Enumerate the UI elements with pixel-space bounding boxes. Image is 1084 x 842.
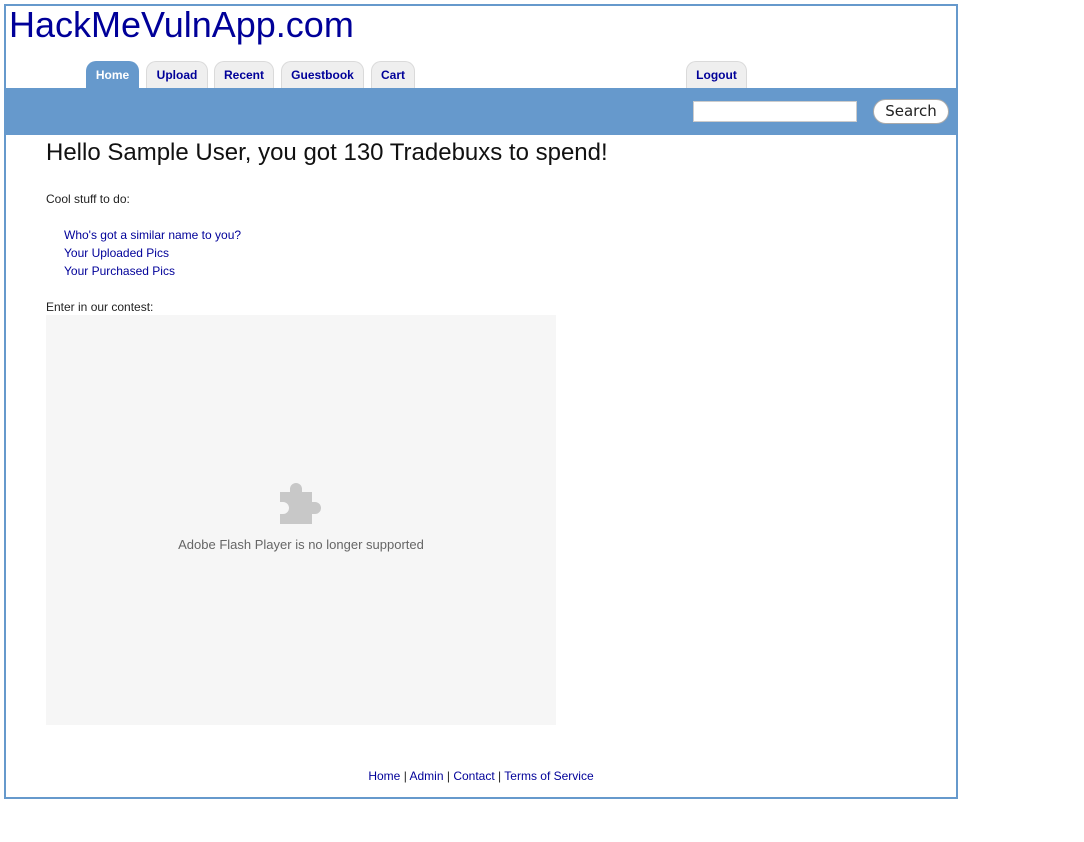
cool-stuff-label: Cool stuff to do: [46,192,130,206]
tab-upload[interactable]: Upload [146,61,208,88]
puzzle-piece-icon [280,483,321,524]
uploaded-pics-link[interactable]: Your Uploaded Pics [64,246,169,260]
footer-admin-link[interactable]: Admin [410,769,444,783]
site-logo-link[interactable]: HackMeVulnApp.com [9,6,354,44]
purchased-pics-link[interactable]: Your Purchased Pics [64,264,175,278]
flash-plugin-placeholder[interactable]: Adobe Flash Player is no longer supporte… [46,315,556,725]
tab-cart[interactable]: Cart [371,61,415,88]
footer-separator: | [403,769,407,783]
tab-recent[interactable]: Recent [214,61,274,88]
nav-bar: Search [6,88,956,135]
tab-logout[interactable]: Logout [686,61,747,88]
greeting-heading: Hello Sample User, you got 130 Tradebuxs… [46,139,608,166]
similar-name-link[interactable]: Who's got a similar name to you? [64,228,241,242]
footer-links: Home | Admin | Contact | Terms of Servic… [6,769,956,783]
search-input[interactable] [693,101,857,122]
flash-unsupported-message: Adobe Flash Player is no longer supporte… [178,537,424,552]
contest-label: Enter in our contest: [46,300,154,314]
footer-terms-link[interactable]: Terms of Service [504,769,593,783]
page-frame: HackMeVulnApp.com Home Upload Recent Gue… [4,4,958,799]
tab-guestbook[interactable]: Guestbook [281,61,364,88]
footer-home-link[interactable]: Home [368,769,400,783]
footer-separator: | [446,769,450,783]
search-button[interactable]: Search [873,99,949,124]
footer-separator: | [498,769,502,783]
tab-home[interactable]: Home [86,61,139,88]
footer-contact-link[interactable]: Contact [453,769,494,783]
